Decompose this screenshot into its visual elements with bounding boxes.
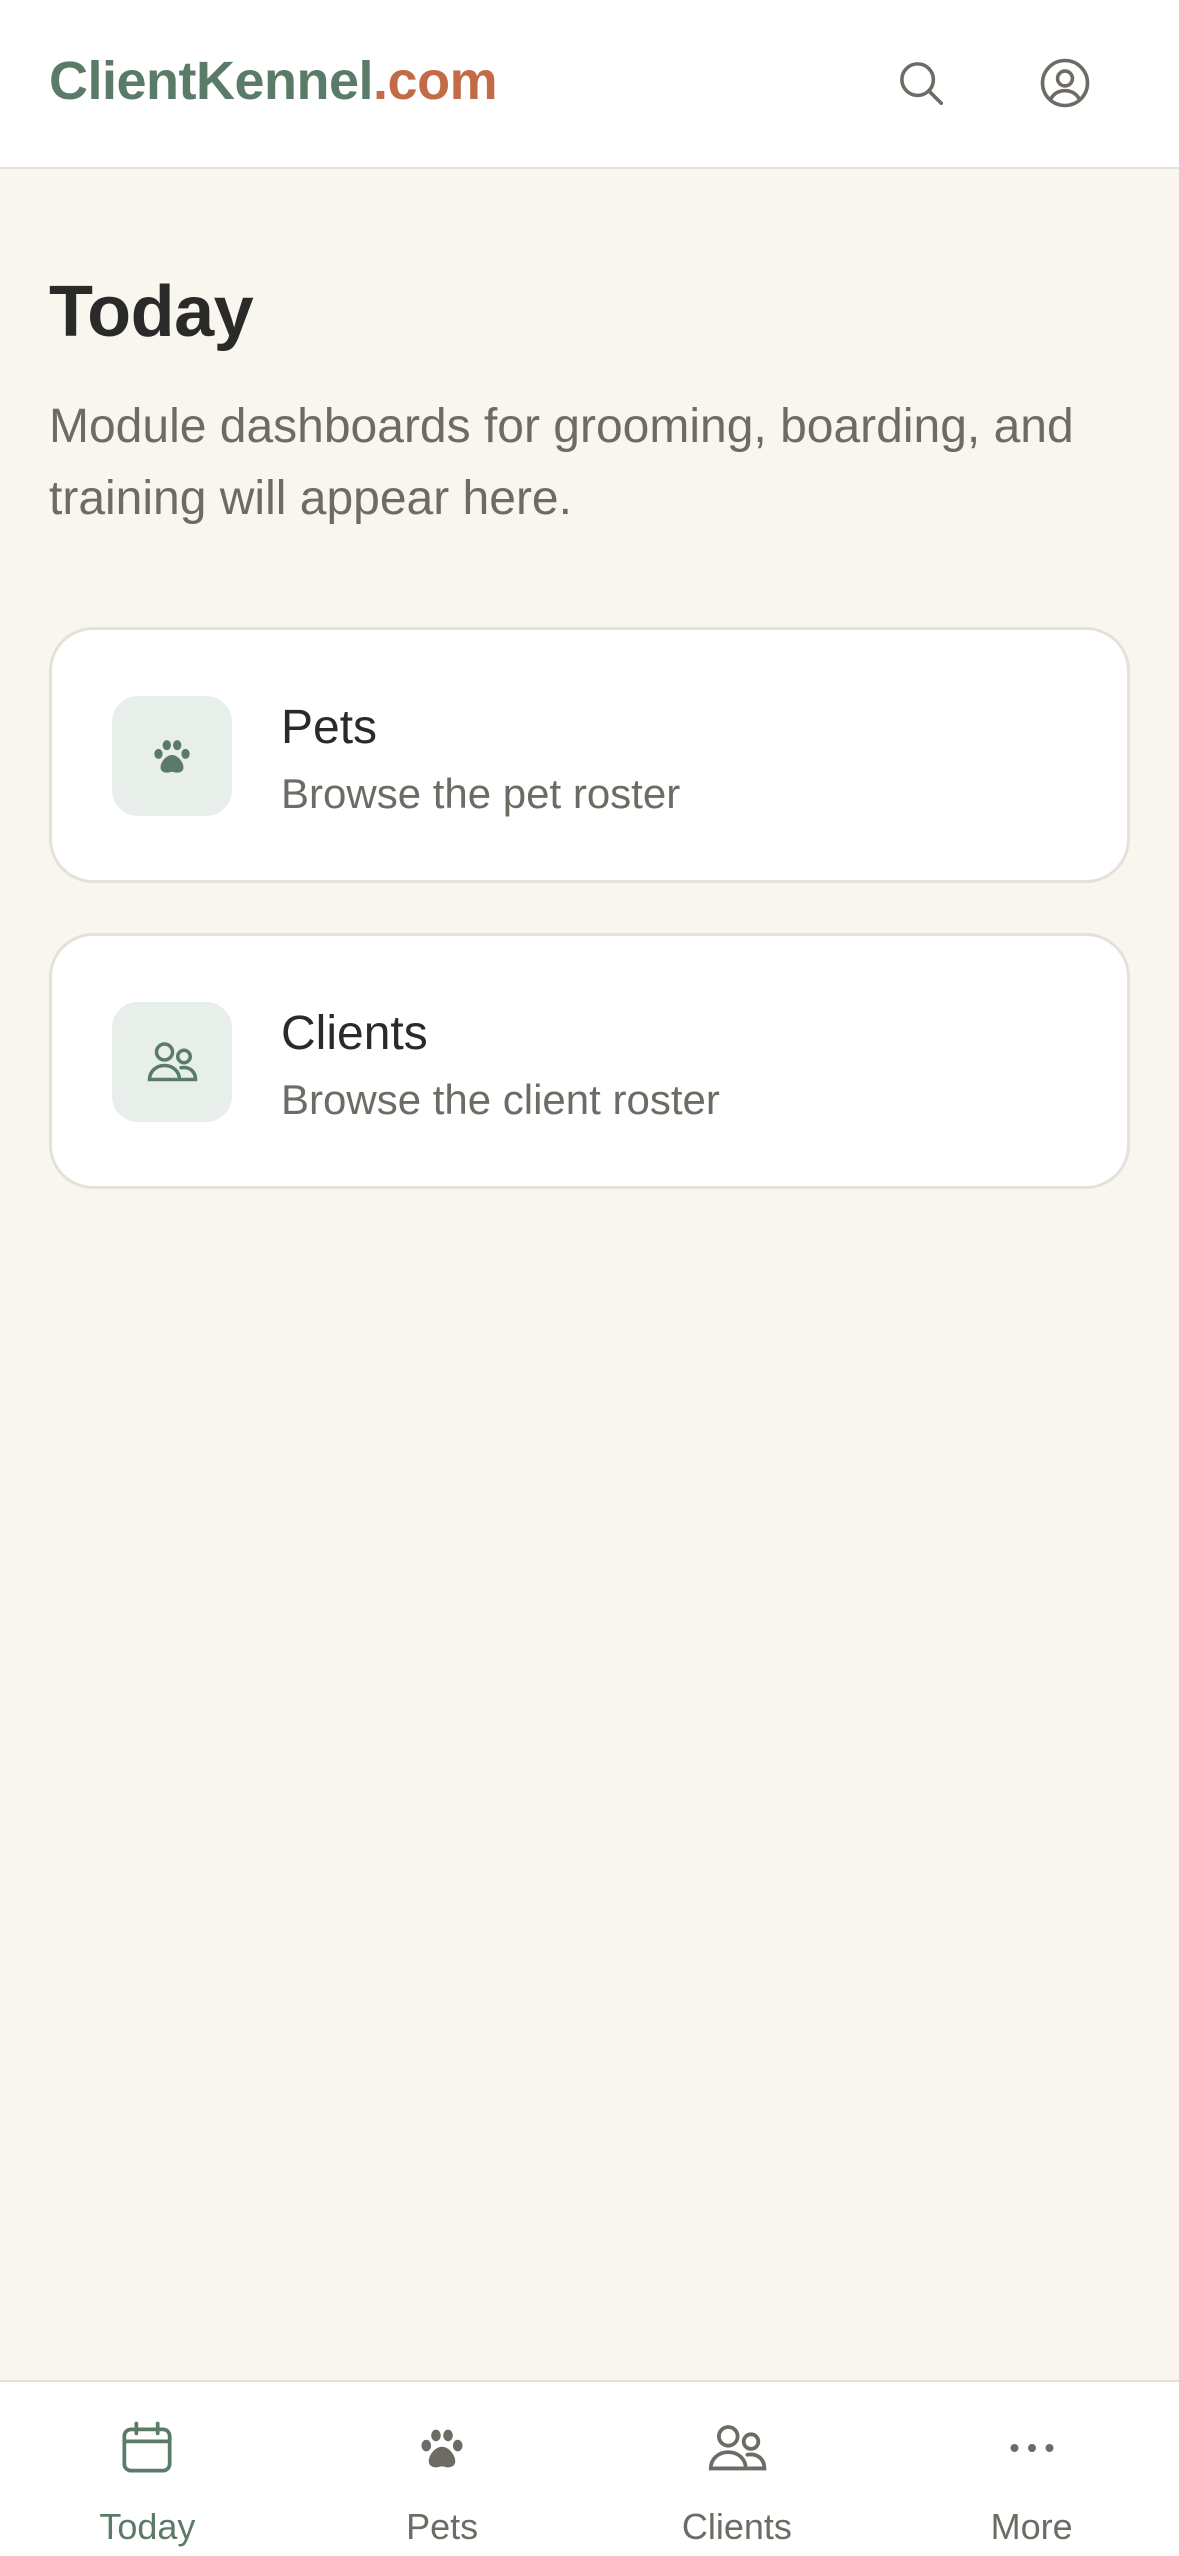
logo-main-text: ClientKennel xyxy=(49,51,374,111)
nav-icon-wrap xyxy=(111,2412,183,2484)
account-circle-icon xyxy=(1040,58,1090,108)
nav-item-today[interactable]: Today xyxy=(0,2382,295,2556)
nav-item-pets[interactable]: Pets xyxy=(295,2382,590,2556)
pets-card[interactable]: Pets Browse the pet roster xyxy=(49,627,1130,883)
clients-card[interactable]: Clients Browse the client roster xyxy=(49,933,1130,1189)
card-description: Browse the pet roster xyxy=(281,770,681,817)
nav-item-clients[interactable]: Clients xyxy=(590,2382,885,2556)
logo-tld-text: .com xyxy=(373,51,498,111)
nav-label: Today xyxy=(99,2506,196,2547)
paw-icon xyxy=(154,740,190,773)
nav-item-more[interactable]: More xyxy=(884,2382,1179,2556)
nav-label: Pets xyxy=(406,2506,479,2547)
nav-icon-wrap xyxy=(406,2412,478,2484)
page-title: Today xyxy=(49,272,254,352)
card-description: Browse the client roster xyxy=(281,1076,720,1123)
account-button[interactable] xyxy=(1032,50,1098,116)
more-dots-icon xyxy=(1010,2444,1054,2452)
users-icon xyxy=(147,1042,198,1082)
main-content: Today Module dashboards for grooming, bo… xyxy=(0,171,1179,2381)
nav-icon-wrap xyxy=(996,2412,1068,2484)
card-icon-tile xyxy=(112,696,232,816)
search-icon xyxy=(900,62,944,106)
nav-label: More xyxy=(990,2506,1073,2547)
card-title: Pets xyxy=(281,701,378,754)
nav-icon-wrap xyxy=(701,2412,773,2484)
card-icon-tile xyxy=(112,1002,232,1122)
nav-label: Clients xyxy=(681,2506,792,2547)
top-app-bar: ClientKennel.com xyxy=(0,0,1179,169)
users-icon xyxy=(708,2425,767,2471)
bottom-navigation: Today Pets Clients More xyxy=(0,2380,1179,2556)
search-button[interactable] xyxy=(888,50,954,116)
card-title: Clients xyxy=(281,1007,428,1060)
calendar-icon xyxy=(122,2421,172,2473)
app-root: ClientKennel.com Today Module dashboards… xyxy=(0,0,1179,2556)
brand-logo[interactable]: ClientKennel.com xyxy=(49,50,498,112)
page-subtitle: Module dashboards for grooming, boarding… xyxy=(49,400,1074,525)
paw-icon xyxy=(421,2429,463,2468)
